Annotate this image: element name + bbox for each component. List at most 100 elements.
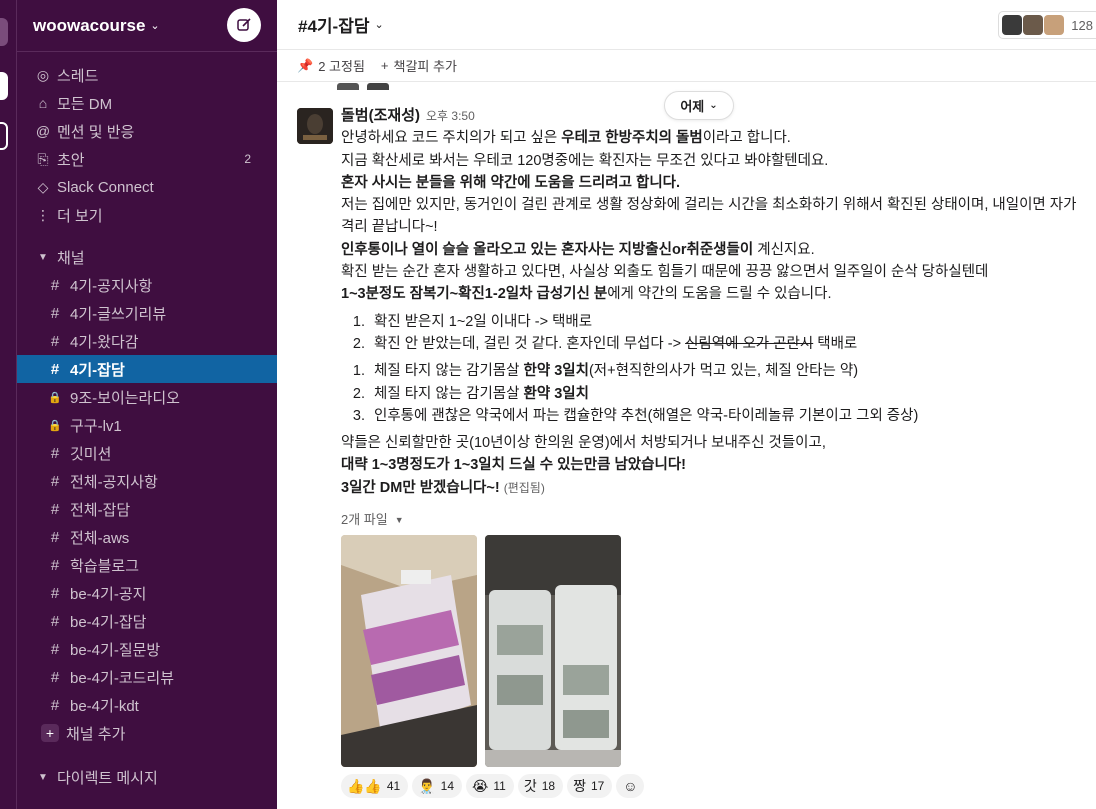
- pinned-label: 2 고정됨: [318, 59, 365, 74]
- member-avatar: [1044, 15, 1065, 35]
- hash-icon: #: [50, 528, 60, 546]
- sidebar-channel-item[interactable]: # be-4기-질문방: [17, 635, 277, 663]
- sidebar-channel-item[interactable]: # 깃미션: [17, 439, 277, 467]
- sidebar-channel-item[interactable]: 🔒 구구-lv1: [17, 411, 277, 439]
- message-line: 1~3분정도 잠복기~확진1-2일차 급성기신 분에게 약간의 도움을 드릴 수…: [341, 283, 1096, 305]
- sidebar-channel-item[interactable]: #4기-공지사항: [17, 271, 277, 299]
- threads-icon: ◎: [36, 66, 50, 83]
- message-line: 대략 1~3명정도가 1~3일치 드실 수 있는만큼 남았습니다!: [341, 454, 1096, 476]
- drafts-icon: ⎘: [37, 150, 49, 167]
- avatar-image: [297, 108, 333, 144]
- drafts-count-badge: 2: [244, 152, 251, 166]
- workspace-switcher-icon[interactable]: [0, 72, 8, 100]
- sidebar-channel-item[interactable]: # be-4기-kdt: [17, 691, 277, 719]
- add-channel-label: 채널 추가: [66, 725, 126, 743]
- ordered-list: 확진 받은지 1~2일 이내다 -> 택배로 확진 안 받았는데, 걸린 것 같…: [341, 311, 1096, 356]
- add-reaction-button[interactable]: ☺: [616, 774, 645, 799]
- hash-icon: #: [50, 360, 60, 378]
- compose-icon: [237, 18, 251, 31]
- text-span: (저+현직한의사가 먹고 있는, 체질 안타는 약): [588, 363, 859, 380]
- nav-item-dms[interactable]: ⌂ 모든 DM: [17, 89, 277, 117]
- nav-item-more[interactable]: ⋮ 더 보기: [17, 201, 277, 229]
- reaction-pill[interactable]: 👍👍 41: [341, 774, 409, 799]
- reaction-emoji: 👨‍⚕️: [418, 777, 436, 794]
- pinned-button[interactable]: 📌 2 고정됨: [297, 56, 365, 75]
- sidebar-channel-item[interactable]: # 전체-aws: [17, 523, 277, 551]
- section-label: 채널: [57, 249, 85, 267]
- attachment-image[interactable]: [485, 535, 621, 768]
- channel-label: be-4기-질문방: [70, 641, 161, 659]
- sidebar-channel-item[interactable]: # 학습블로그: [17, 551, 277, 579]
- sidebar-channel-item[interactable]: # be-4기-공지: [17, 579, 277, 607]
- dm-section-header[interactable]: ▼ 다이렉트 메시지: [17, 763, 277, 791]
- add-channel-button[interactable]: + 채널 추가: [17, 719, 277, 747]
- lock-icon: 🔒: [48, 419, 62, 432]
- reactions-bar: 👍👍 41 👨‍⚕️ 14 😭 11 갓 18 짱 17 ☺: [341, 774, 1096, 799]
- pin-icon: 📌: [297, 57, 314, 73]
- reaction-pill[interactable]: 짱 17: [567, 774, 613, 799]
- nav-item-slack-connect[interactable]: ◇ Slack Connect: [17, 173, 277, 201]
- reaction-emoji: 짱: [573, 777, 586, 794]
- text-span: 체질 타지 않는 감기몸살: [374, 385, 524, 402]
- text-span: 인후통에 괜찮은 약국에서 파는 캡슐한약 추천(해열은 약국-타이레놀류 기본…: [374, 407, 919, 424]
- list-item: 체질 타지 않는 감기몸살 한약 3일치(저+현직한의사가 먹고 있는, 체질 …: [369, 360, 1096, 382]
- more-icon: ⋮: [36, 206, 50, 223]
- nav-label: Slack Connect: [57, 178, 154, 196]
- member-list-button[interactable]: 128: [998, 11, 1096, 39]
- previous-message-clipped: [337, 80, 597, 90]
- sidebar-channel-item[interactable]: # 전체-공지사항: [17, 467, 277, 495]
- chevron-down-icon[interactable]: ⌄: [375, 18, 384, 31]
- workspace-name[interactable]: woowacourse: [33, 16, 145, 36]
- files-toggle[interactable]: 2개 파일 ▼: [341, 510, 1096, 530]
- channel-title[interactable]: #4기-잡담: [298, 12, 370, 37]
- add-bookmark-button[interactable]: + 책갈피 추가: [381, 56, 457, 75]
- plus-icon: +: [41, 724, 59, 742]
- reaction-pill[interactable]: 😭 11: [466, 774, 514, 799]
- hash-icon: #: [50, 332, 60, 350]
- list-item: 확진 안 받았는데, 걸린 것 같다. 혼자인데 무섭다 -> 신림역에 오가 …: [369, 333, 1096, 355]
- hash-icon: #: [50, 472, 60, 490]
- workspace-header[interactable]: woowacourse ⌄: [17, 0, 277, 52]
- sidebar-channel-item[interactable]: #4기-잡담: [17, 355, 277, 383]
- sidebar-channel-item[interactable]: #4기-왔다감: [17, 327, 277, 355]
- text-span: 택배로: [813, 335, 858, 352]
- member-count: 128: [1071, 17, 1093, 33]
- bold-text: 혼자 사시는 분들을 위해 약간에 도움을 드리려고 합니다.: [341, 174, 681, 191]
- nav-list: ◎ 스레드 ⌂ 모든 DM @ 멘션 및 반응 ⎘ 초안 2 ◇ Slack Connect…: [17, 52, 277, 229]
- message-time[interactable]: 오후 3:50: [426, 109, 475, 123]
- channel-label: 4기-왔다감: [70, 333, 139, 351]
- workspace-switcher-icon[interactable]: [0, 18, 8, 46]
- reaction-emoji: 😭: [472, 777, 489, 794]
- hash-icon: #: [50, 304, 60, 322]
- chevron-down-icon: ⌄: [150, 20, 160, 32]
- channel-header: #4기-잡담 ⌄ 128: [277, 0, 1096, 50]
- nav-item-mentions[interactable]: @ 멘션 및 반응: [17, 117, 277, 145]
- sidebar-channel-item[interactable]: 🔒 9조-보이는라디오: [17, 383, 277, 411]
- message-line: 인후통이나 열이 슬슬 올라오고 있는 혼자사는 지방출신or취준생들이 계신지…: [341, 239, 1096, 261]
- sidebar-channel-item[interactable]: # be-4기-코드리뷰: [17, 663, 277, 691]
- channel-label: be-4기-kdt: [70, 697, 139, 715]
- avatar[interactable]: [297, 108, 333, 144]
- reaction-count: 11: [493, 778, 506, 793]
- bold-text: 3일간 DM만 받겠습니다~!: [341, 479, 500, 496]
- sidebar-channel-item[interactable]: # be-4기-잡담: [17, 607, 277, 635]
- reaction-emoji: 👍👍: [347, 777, 382, 794]
- nav-item-threads[interactable]: ◎ 스레드: [17, 61, 277, 89]
- nav-item-drafts[interactable]: ⎘ 초안 2: [17, 145, 277, 173]
- channel-label: 9조-보이는라디오: [70, 389, 180, 407]
- reaction-pill[interactable]: 갓 18: [517, 774, 564, 799]
- text-span: 체질 타지 않는 감기몸살: [374, 363, 524, 380]
- strikethrough-text: 신림역에 오가 곤란시: [685, 335, 814, 352]
- bold-text: 인후통이나 열이 슬슬 올라오고 있는 혼자사는 지방출신or취준생들이: [341, 241, 754, 258]
- member-avatar: [1002, 15, 1023, 35]
- sidebar-channel-item[interactable]: #4기-글쓰기리뷰: [17, 299, 277, 327]
- message-author[interactable]: 돌범(조재성): [341, 107, 420, 124]
- add-bookmark-label: 책갈피 추가: [393, 59, 457, 74]
- workspace-switcher-icon[interactable]: [0, 122, 8, 150]
- attachment-image[interactable]: [341, 535, 477, 768]
- reaction-pill[interactable]: 👨‍⚕️ 14: [412, 774, 463, 799]
- channels-section-header[interactable]: ▼ 채널: [17, 243, 277, 271]
- bookmarks-bar: 📌 2 고정됨 + 책갈피 추가: [277, 50, 1096, 82]
- sidebar-channel-item[interactable]: # 전체-잡담: [17, 495, 277, 523]
- compose-button[interactable]: [227, 8, 261, 42]
